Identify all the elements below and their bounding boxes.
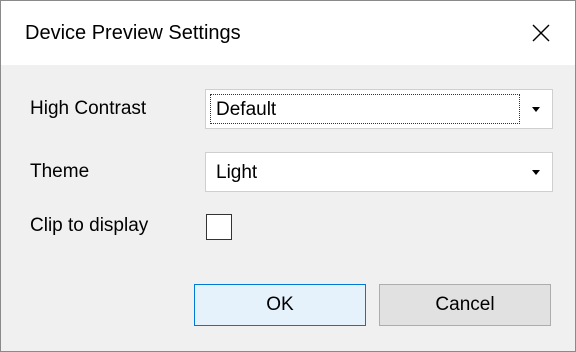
cancel-button[interactable]: Cancel <box>379 284 551 326</box>
title-bar: Device Preview Settings <box>1 1 575 65</box>
close-button[interactable] <box>515 9 567 57</box>
ok-button-label: OK <box>266 294 294 315</box>
theme-label: Theme <box>30 161 90 182</box>
device-preview-settings-dialog: Device Preview Settings High Contrast De… <box>0 0 576 352</box>
high-contrast-label: High Contrast <box>30 98 147 119</box>
chevron-down-icon <box>532 170 540 175</box>
high-contrast-value: Default <box>216 99 277 120</box>
high-contrast-dropdown[interactable]: Default <box>205 89 553 129</box>
close-icon <box>532 24 550 42</box>
ok-button[interactable]: OK <box>194 284 366 326</box>
chevron-down-icon <box>532 107 540 112</box>
theme-dropdown[interactable]: Light <box>205 152 553 192</box>
theme-value: Light <box>216 162 258 183</box>
clip-to-display-checkbox[interactable] <box>206 214 232 240</box>
clip-to-display-label: Clip to display <box>30 215 149 236</box>
dialog-title: Device Preview Settings <box>25 22 241 44</box>
cancel-button-label: Cancel <box>435 294 495 315</box>
